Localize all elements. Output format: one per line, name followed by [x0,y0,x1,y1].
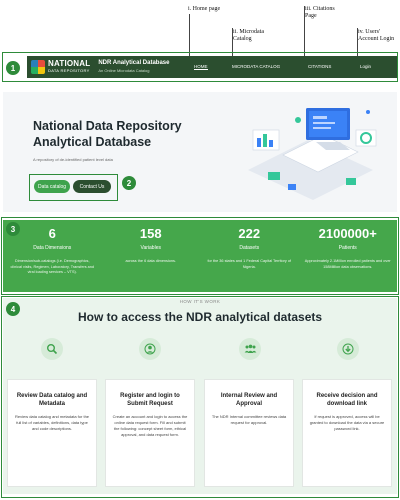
nav-citations[interactable]: CITATIONS [308,64,331,69]
badge-4: 4 [6,302,20,316]
how-kicker: HOW IT'S WORK [179,299,221,304]
badge-2: 2 [122,176,136,190]
stat-number: 2100000+ [318,226,377,241]
brand-line1: NATIONAL [48,59,91,68]
site-subtitle: An Online Microdata Catalog [98,68,150,73]
stat-description: across the 6 data dimensions. [125,259,176,263]
stat-number: 222 [238,226,261,241]
stat-label: Variables [140,245,161,251]
annotation-citations: iii. Citations Page [305,6,335,19]
stat-label: Patients [338,245,357,251]
stat-label: Data Dimensions [33,245,72,251]
stat-label: Datasets [239,245,260,251]
page: i. Home page ii. Microdata Catalog iii. … [0,0,400,500]
download-icon [337,338,359,360]
hero-title: National Data Repository Analytical Data… [33,119,182,149]
team-icon [239,338,261,360]
step-description: Create an account and login to access th… [112,414,188,437]
data-catalog-button[interactable]: Data catalog [34,180,70,193]
nav-login[interactable]: Login [360,64,371,69]
annotation-home: i. Home page [188,6,221,12]
how-title: How to access the NDR analytical dataset… [77,310,323,324]
stat-description: Dimension/sub-catalogs (i.e. Demographic… [10,259,95,274]
step-card-review-approval: Internal Review and Approval The NDR Int… [204,379,294,487]
step-card-decision: Receive decision and download link If re… [302,379,392,487]
stat-description: for the 36 states and 1 Federal Capital … [207,259,291,269]
contact-us-button[interactable]: Contact Us [73,180,111,193]
annotation-line [304,6,305,58]
stat-datasets: 222 Datasets for the 36 states and 1 Fed… [200,220,299,292]
hero-subtitle: A repository of de-identified patient le… [33,157,113,162]
stat-variables: 158 Variables across the 6 data dimensio… [102,220,201,292]
site-title-block: NDR Analytical Database An Online Microd… [98,60,169,74]
nav-microdata-catalog[interactable]: MICRODATA CATALOG [232,64,280,69]
step-description: The NDR Internal committee reviews data … [211,414,287,425]
badge-1: 1 [6,61,20,75]
user-icon [139,338,161,360]
brand-line2: DATA REPOSITORY [48,68,90,73]
top-nav-bar: NATIONAL DATA REPOSITORY NDR Analytical … [27,56,397,78]
step-description: Review data catalog and metadata for the… [14,414,90,431]
stat-description: Approximately 2.1Million enrolled patien… [304,259,391,269]
badge-3: 3 [6,222,20,236]
ndr-logo-icon[interactable] [31,60,45,74]
stats-band: 6 Data Dimensions Dimension/sub-catalogs… [3,220,397,292]
site-title: NDR Analytical Database [98,60,170,66]
annotation-login: iv. Users' Account Login [358,29,395,42]
step-card-review: Review Data catalog and Metadata Review … [7,379,97,487]
stat-patients: 2100000+ Patients Approximately 2.1Milli… [299,220,398,292]
annotation-microdata: ii. Microdata Catalog [233,29,264,42]
nav-home[interactable]: HOME [194,64,208,70]
stat-number: 158 [139,226,162,241]
search-icon [41,338,63,360]
brand-name[interactable]: NATIONAL DATA REPOSITORY [48,60,90,74]
hero-illustration [248,108,377,200]
step-title: Receive decision and download link [316,393,378,407]
step-description: If request is approved, access will be g… [309,414,385,431]
step-card-register: Register and login to Submit Request Cre… [105,379,195,487]
step-title: Review Data catalog and Metadata [16,393,88,407]
step-title: Internal Review and Approval [220,393,278,407]
step-title: Register and login to Submit Request [120,393,180,407]
